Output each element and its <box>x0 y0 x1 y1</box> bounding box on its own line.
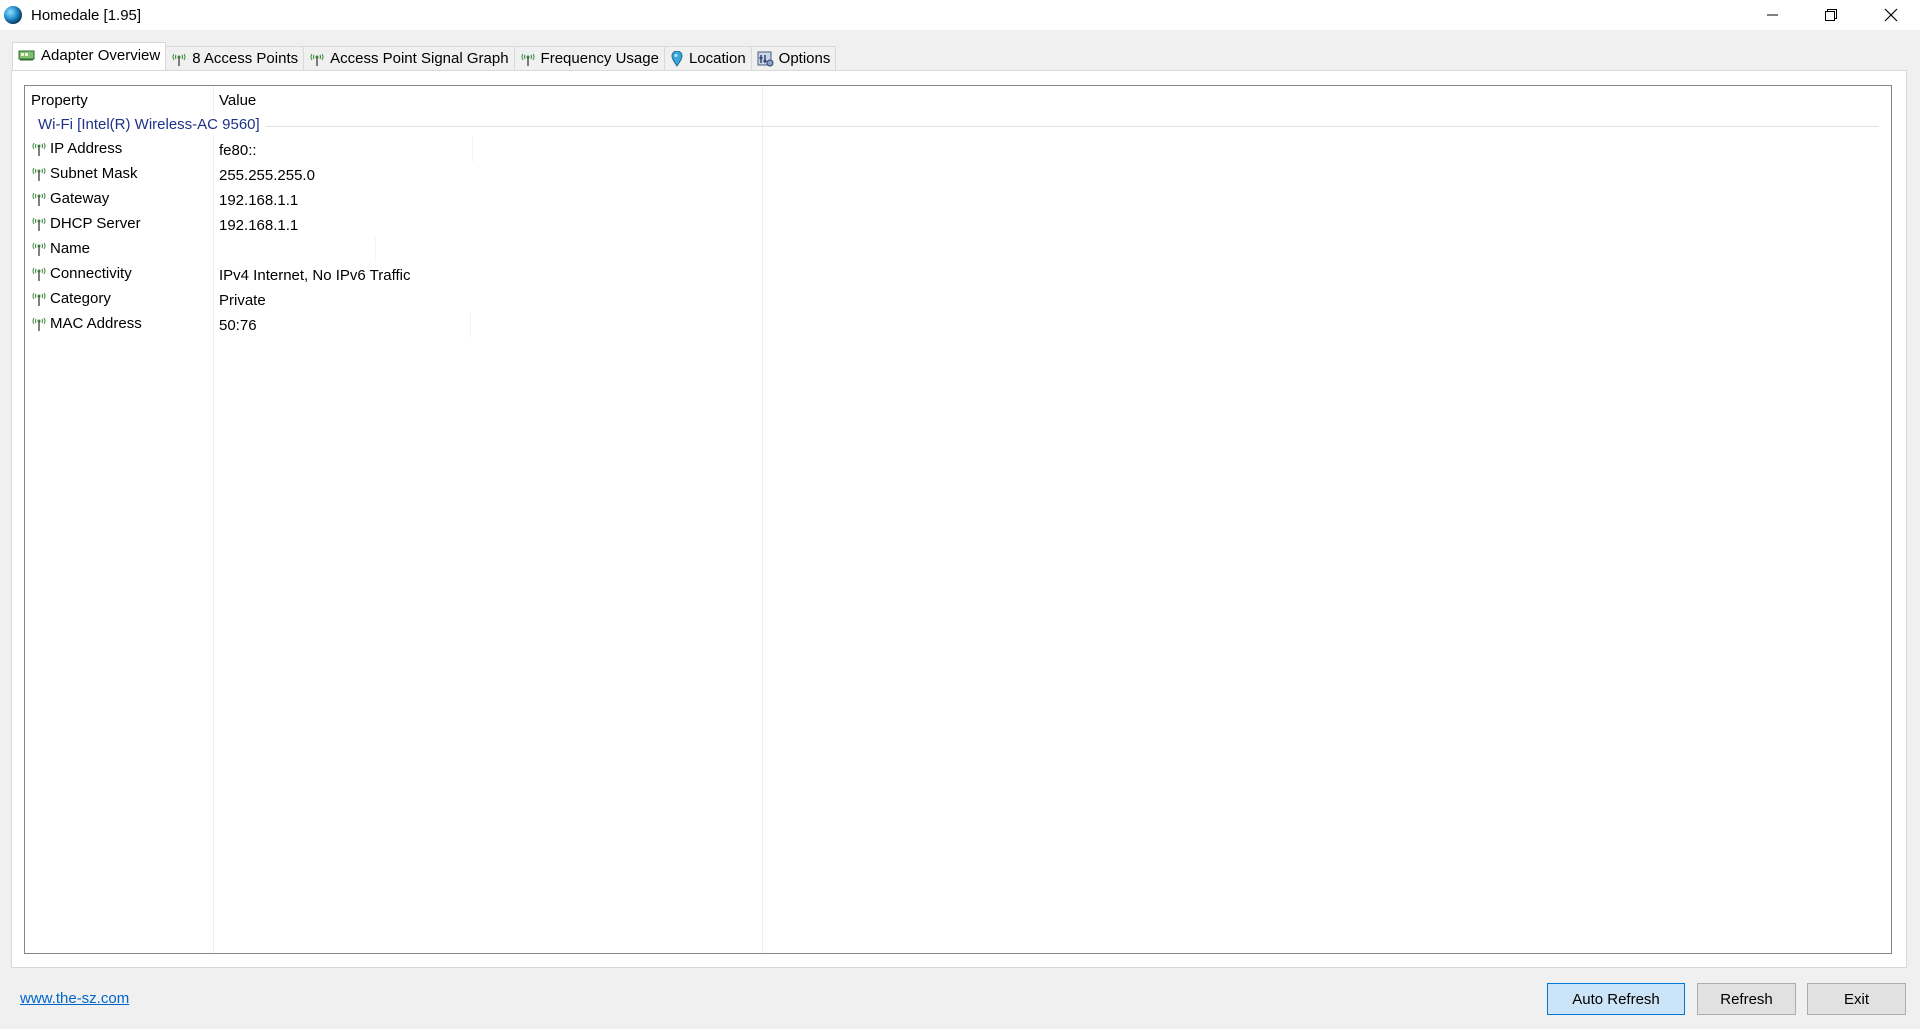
close-button[interactable] <box>1861 0 1920 30</box>
list-item[interactable]: Gateway 192.168.1.1 <box>25 187 1891 212</box>
tab-location[interactable]: Location <box>663 46 752 70</box>
cell-divider <box>375 237 376 262</box>
list-item[interactable]: DHCP Server 192.168.1.1 <box>25 212 1891 237</box>
property-label: Name <box>50 240 91 257</box>
antenna-icon <box>31 316 47 332</box>
tab-strip: Adapter Overview 8 Access Points Access … <box>12 42 837 70</box>
tab-content-panel: Property Value Wi-Fi [Intel(R) Wireless-… <box>11 70 1907 968</box>
minimize-button[interactable] <box>1743 0 1802 30</box>
location-pin-icon <box>670 50 684 67</box>
antenna-icon <box>31 291 47 307</box>
list-item[interactable]: MAC Address 50:76 <box>25 312 1891 337</box>
antenna-icon <box>520 52 536 66</box>
value-cell: 50:76 <box>219 317 257 334</box>
property-label: MAC Address <box>50 315 142 332</box>
antenna-icon <box>31 241 47 257</box>
value-cell: fe80:: <box>219 142 257 159</box>
property-cell: Gateway <box>31 190 109 207</box>
property-label: IP Address <box>50 140 123 157</box>
column-header-property[interactable]: Property <box>31 92 88 109</box>
cell-divider <box>472 137 473 162</box>
property-cell: Connectivity <box>31 265 132 282</box>
list-item[interactable]: IP Address fe80:: <box>25 137 1891 162</box>
group-divider <box>38 126 1879 127</box>
value-cell: Private <box>219 292 266 309</box>
value-cell: 255.255.255.0 <box>219 167 315 184</box>
adapter-property-list[interactable]: Property Value Wi-Fi [Intel(R) Wireless-… <box>24 85 1892 954</box>
antenna-icon <box>31 191 47 207</box>
close-icon <box>1884 8 1897 22</box>
tab-adapter-overview[interactable]: Adapter Overview <box>12 42 167 70</box>
tab-access-points[interactable]: 8 Access Points <box>165 46 305 70</box>
list-item[interactable]: Name <box>25 237 1891 262</box>
tab-label: Options <box>778 50 831 67</box>
restore-button[interactable] <box>1802 0 1861 30</box>
app-globe-icon <box>4 6 22 24</box>
property-cell: MAC Address <box>31 315 142 332</box>
tab-label: Frequency Usage <box>540 50 659 67</box>
window-controls <box>1743 0 1920 30</box>
refresh-button[interactable]: Refresh <box>1697 983 1796 1015</box>
column-header-value[interactable]: Value <box>219 92 256 109</box>
antenna-icon <box>171 52 187 66</box>
antenna-icon <box>31 141 47 157</box>
tab-options[interactable]: Options <box>750 46 837 70</box>
property-cell: Category <box>31 290 111 307</box>
group-label: Wi-Fi [Intel(R) Wireless-AC 9560] <box>38 116 266 133</box>
exit-button[interactable]: Exit <box>1807 983 1906 1015</box>
window-title: Homedale [1.95] <box>31 6 142 24</box>
list-header: Property Value <box>25 86 1891 112</box>
property-cell: DHCP Server <box>31 215 141 232</box>
property-cell: Subnet Mask <box>31 165 138 182</box>
app-window: Homedale [1.95] Adapter Overview 8 Acces… <box>0 0 1920 1029</box>
tab-frequency-usage[interactable]: Frequency Usage <box>513 46 665 70</box>
value-cell: IPv4 Internet, No IPv6 Traffic <box>219 267 411 284</box>
options-icon <box>757 51 774 67</box>
property-label: Category <box>50 290 111 307</box>
tab-signal-graph[interactable]: Access Point Signal Graph <box>303 46 515 70</box>
list-item[interactable]: Connectivity IPv4 Internet, No IPv6 Traf… <box>25 262 1891 287</box>
title-bar[interactable]: Homedale [1.95] <box>0 0 1920 30</box>
antenna-icon <box>31 216 47 232</box>
website-link[interactable]: www.the-sz.com <box>20 990 129 1007</box>
auto-refresh-button[interactable]: Auto Refresh <box>1547 983 1685 1015</box>
antenna-icon <box>309 52 325 66</box>
tab-label: Location <box>688 50 746 67</box>
cell-divider <box>470 312 471 337</box>
value-cell: 192.168.1.1 <box>219 192 299 209</box>
tab-label: Adapter Overview <box>41 46 161 64</box>
property-label: DHCP Server <box>50 215 141 232</box>
antenna-icon <box>31 266 47 282</box>
restore-icon <box>1825 8 1837 21</box>
tab-label: 8 Access Points <box>192 50 299 67</box>
tab-label: Access Point Signal Graph <box>330 50 509 67</box>
property-label: Connectivity <box>50 265 132 282</box>
antenna-icon <box>31 166 47 182</box>
adapter-icon <box>18 48 36 62</box>
adapter-group-header[interactable]: Wi-Fi [Intel(R) Wireless-AC 9560] <box>25 115 1891 137</box>
property-label: Gateway <box>50 190 110 207</box>
property-cell: Name <box>31 240 90 257</box>
list-item[interactable]: Category Private <box>25 287 1891 312</box>
property-label: Subnet Mask <box>50 165 138 182</box>
value-cell: 192.168.1.1 <box>219 217 299 234</box>
minimize-icon <box>1766 14 1778 16</box>
list-item[interactable]: Subnet Mask 255.255.255.0 <box>25 162 1891 187</box>
property-cell: IP Address <box>31 140 122 157</box>
